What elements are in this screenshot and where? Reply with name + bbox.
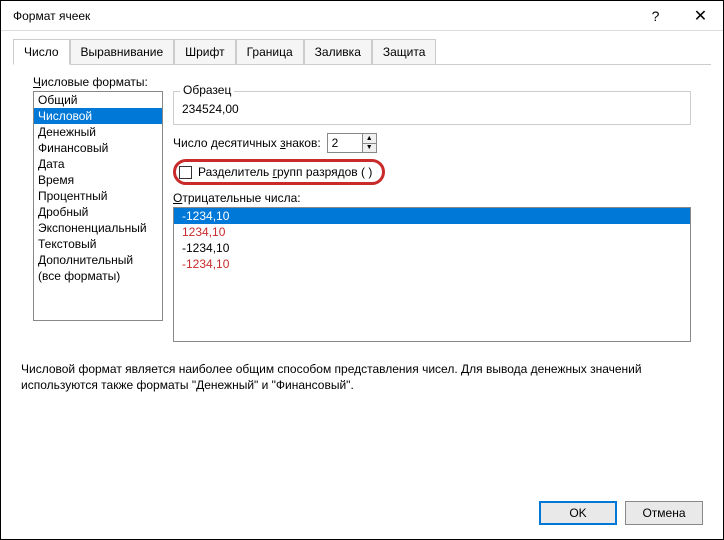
- format-item-scientific[interactable]: Экспоненциальный: [34, 220, 162, 236]
- format-item-fraction[interactable]: Дробный: [34, 204, 162, 220]
- decimal-down-button[interactable]: ▼: [363, 144, 376, 153]
- help-icon: ?: [652, 8, 660, 24]
- close-button[interactable]: ✕: [678, 1, 723, 31]
- negative-item[interactable]: -1234,10: [174, 256, 690, 272]
- dialog-buttons: OK Отмена: [539, 501, 703, 525]
- format-item-time[interactable]: Время: [34, 172, 162, 188]
- thousands-separator-highlight: Разделитель групп разрядов ( ): [173, 159, 385, 185]
- format-item-text[interactable]: Текстовый: [34, 236, 162, 252]
- decimal-places-stepper[interactable]: ▲ ▼: [327, 133, 377, 153]
- tab-protection[interactable]: Защита: [372, 39, 437, 64]
- ok-button[interactable]: OK: [539, 501, 617, 525]
- negative-numbers-listbox[interactable]: -1234,10 1234,10 -1234,10 -1234,10: [173, 207, 691, 342]
- format-item-accounting[interactable]: Финансовый: [34, 140, 162, 156]
- decimal-up-button[interactable]: ▲: [363, 134, 376, 144]
- thousands-separator-label: Разделитель групп разрядов ( ): [198, 165, 372, 179]
- titlebar: Формат ячеек ? ✕: [1, 1, 723, 31]
- tab-border[interactable]: Граница: [236, 39, 304, 64]
- tab-fill[interactable]: Заливка: [304, 39, 372, 64]
- sample-value: 234524,00: [182, 102, 682, 116]
- sample-label: Образец: [180, 83, 234, 97]
- thousands-separator-checkbox[interactable]: [179, 166, 192, 179]
- negative-item[interactable]: -1234,10: [174, 208, 690, 224]
- formats-label: Числовые форматы:: [33, 75, 691, 89]
- decimal-places-input[interactable]: [328, 134, 362, 152]
- negative-item[interactable]: -1234,10: [174, 240, 690, 256]
- sample-group: Образец 234524,00: [173, 91, 691, 125]
- format-item-percentage[interactable]: Процентный: [34, 188, 162, 204]
- format-item-general[interactable]: Общий: [34, 92, 162, 108]
- close-icon: ✕: [694, 6, 707, 26]
- format-item-number[interactable]: Числовой: [34, 108, 162, 124]
- format-item-date[interactable]: Дата: [34, 156, 162, 172]
- help-button[interactable]: ?: [633, 1, 678, 31]
- format-cells-dialog: Формат ячеек ? ✕ Число Выравнивание Шриф…: [0, 0, 724, 540]
- format-item-custom[interactable]: (все форматы): [34, 268, 162, 284]
- negative-item[interactable]: 1234,10: [174, 224, 690, 240]
- tab-number[interactable]: Число: [13, 39, 70, 65]
- format-item-special[interactable]: Дополнительный: [34, 252, 162, 268]
- format-description: Числовой формат является наиболее общим …: [1, 352, 723, 403]
- negative-numbers-label: Отрицательные числа:: [173, 191, 691, 205]
- decimal-places-label: Число десятичных знаков:: [173, 136, 321, 150]
- tab-strip: Число Выравнивание Шрифт Граница Заливка…: [1, 31, 723, 64]
- content-area: Числовые форматы: Общий Числовой Денежны…: [13, 64, 711, 352]
- tab-alignment[interactable]: Выравнивание: [70, 39, 175, 64]
- dialog-title: Формат ячеек: [13, 9, 633, 23]
- format-item-currency[interactable]: Денежный: [34, 124, 162, 140]
- cancel-button[interactable]: Отмена: [625, 501, 703, 525]
- formats-listbox[interactable]: Общий Числовой Денежный Финансовый Дата …: [33, 91, 163, 321]
- tab-font[interactable]: Шрифт: [174, 39, 235, 64]
